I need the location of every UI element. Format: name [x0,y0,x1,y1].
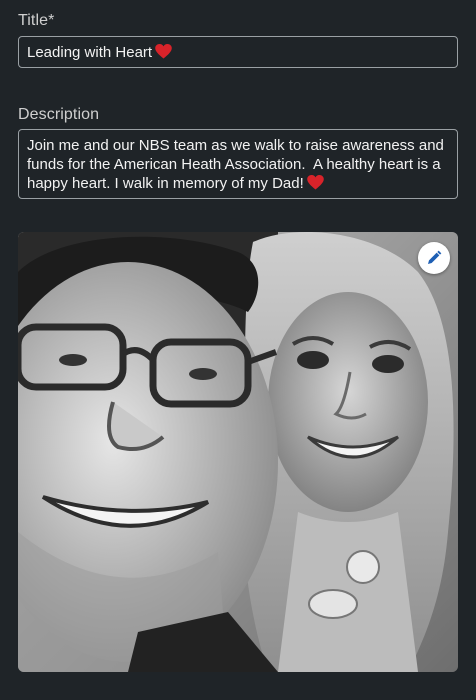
title-value: Leading with Heart [27,44,153,61]
title-input[interactable]: Leading with Heart [18,36,458,68]
campaign-photo[interactable] [18,232,458,672]
pencil-icon [428,250,442,264]
campaign-form: Title* Leading with Heart Description Jo… [0,0,476,700]
description-textarea[interactable]: Join me and our NBS team as we walk to r… [18,129,458,199]
description-value: Join me and our NBS team as we walk to r… [27,137,449,192]
edit-photo-button[interactable] [418,242,450,274]
heart-emoji-icon [307,175,324,190]
photo-image [18,232,458,672]
heart-emoji-icon [155,44,172,59]
description-label: Description [18,106,100,123]
title-label: Title* [18,12,55,29]
